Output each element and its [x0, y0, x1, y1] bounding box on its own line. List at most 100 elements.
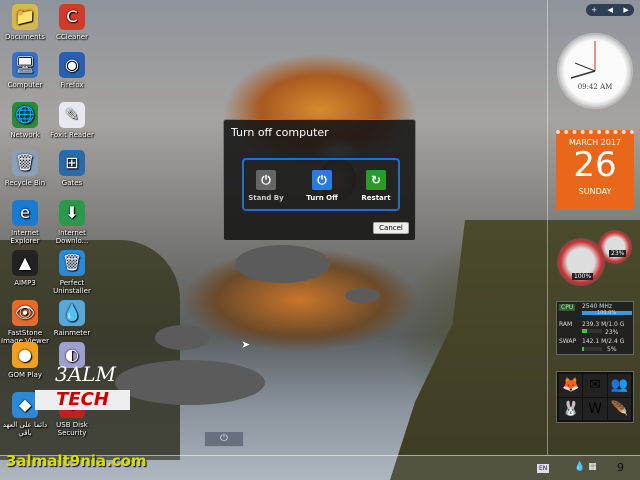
desktop-icon[interactable]: ⊞ Gates — [47, 150, 97, 187]
tray-icon[interactable]: ▦ — [588, 462, 597, 472]
watermark-line1: 3ALM — [55, 362, 116, 386]
cpu-label: CPU — [559, 304, 576, 311]
wallpaper-rock — [115, 360, 265, 405]
desktop-icon-label: Documents — [5, 33, 45, 41]
prev-button[interactable]: ◀ — [608, 6, 613, 14]
desktop-icon[interactable]: ✎ Foxit Reader — [47, 102, 97, 139]
swap-label: SWAP — [559, 338, 577, 345]
desktop-icon-label: Perfect Uninstaller — [53, 279, 91, 295]
ram-bar — [582, 329, 602, 333]
cpu-value: 2540 MHz — [582, 303, 613, 310]
ram-pct: 23% — [605, 329, 619, 336]
mouse-cursor-icon: ➤ — [241, 338, 251, 351]
ram-value: 239.3 M/1.0 G — [582, 321, 625, 328]
system-meter-gadget: CPU 2540 MHz 100.0% RAM 239.3 M/1.0 G 23… — [556, 301, 634, 355]
standby-button[interactable]: ⏻ Stand By — [246, 170, 286, 202]
desktop-icon[interactable]: 🗑 Recycle Bin — [0, 150, 50, 187]
clock-time: 09:42 AM — [577, 83, 613, 91]
desktop-icon-label: Network — [10, 131, 40, 139]
swap-bar — [582, 347, 602, 351]
app-icon: 🖥 — [12, 52, 38, 78]
app-icon: 📁 — [12, 4, 38, 30]
calendar-weekday: SUNDAY — [578, 187, 612, 196]
turn-off-label: Turn Off — [306, 194, 338, 202]
app-icon: 💧 — [59, 300, 85, 326]
launcher-app-icon[interactable]: 👥 — [607, 374, 631, 397]
desktop-icon-label: Internet Downlo... — [55, 229, 89, 245]
watermark-line2: TECH — [35, 390, 130, 410]
calendar-gadget[interactable]: MARCH 2017 26 SUNDAY — [556, 130, 634, 210]
turn-off-button[interactable]: ⏻ Turn Off — [302, 170, 342, 202]
desktop-icon-label: Gates — [61, 179, 83, 187]
desktop-icon[interactable]: 🗑 Perfect Uninstaller — [47, 250, 97, 295]
sidebar-divider — [547, 0, 548, 455]
launcher-app-icon[interactable]: ✉ — [583, 374, 607, 397]
desktop-icon[interactable]: C CCleaner — [47, 4, 97, 41]
app-icon: ◉ — [59, 52, 85, 78]
desktop-icon-label: Firefox — [60, 81, 84, 89]
cancel-button[interactable]: Cancel — [373, 222, 409, 234]
app-icon: 🗑 — [12, 150, 38, 176]
add-gadget-button[interactable]: + — [591, 6, 597, 14]
app-icon: 🗑 — [59, 250, 85, 276]
wallpaper-rock — [235, 245, 330, 283]
desktop-icon[interactable]: e Internet Explorer — [0, 200, 50, 245]
app-icon: ▲ — [12, 250, 38, 276]
watermark-logo: 3ALM TECH — [35, 362, 130, 432]
standby-label: Stand By — [248, 194, 284, 202]
desktop-icon[interactable]: ◉ Firefox — [47, 52, 97, 89]
wallpaper-rock — [345, 288, 380, 303]
app-launcher-gadget: 🦊 ✉ 👥 🐰 W 🪶 — [556, 371, 634, 423]
launcher-app-icon[interactable]: W — [583, 397, 607, 420]
wallpaper-rock — [155, 325, 210, 350]
desktop-icon[interactable]: 📁 Documents — [0, 4, 50, 41]
desktop-icon-label: CCleaner — [56, 33, 88, 41]
desktop-icon[interactable]: 💧 Rainmeter — [47, 300, 97, 337]
launcher-app-icon[interactable]: 🐰 — [559, 397, 583, 420]
taskbar-clock[interactable]: 9 — [617, 461, 624, 474]
calendar-day: 26 — [573, 145, 617, 185]
swap-value: 142.1 M/2.4 G — [582, 338, 625, 345]
launcher-app-icon[interactable]: 🪶 — [607, 397, 631, 420]
clock-gadget[interactable]: 09:42 AM — [557, 33, 633, 109]
desktop-icon[interactable]: ▲ AIMP3 — [0, 250, 50, 287]
desktop-icon-label: Internet Explorer — [10, 229, 40, 245]
swap-pct: 5% — [607, 346, 617, 353]
app-icon: ⬇ — [59, 200, 85, 226]
app-icon: 👁 — [12, 300, 38, 326]
desktop-icon-label: Foxit Reader — [50, 131, 94, 139]
next-button[interactable]: ▶ — [623, 6, 628, 14]
app-icon: e — [12, 200, 38, 226]
app-icon: C — [59, 4, 85, 30]
clock-hands — [570, 41, 596, 79]
desktop-icon[interactable]: 🖥 Computer — [0, 52, 50, 89]
desktop-icon-label: Computer — [7, 81, 43, 89]
memory-gauge-value: 23% — [609, 250, 627, 257]
sidebar-controls: + ◀ ▶ — [586, 4, 634, 16]
system-tray: 💧 ▦ — [574, 462, 597, 472]
desktop-icon[interactable]: 👁 FastStone Image Viewer — [0, 300, 50, 345]
restart-button[interactable]: ↻ Restart — [356, 170, 396, 202]
language-indicator[interactable]: EN — [537, 464, 550, 473]
dialog-title: Turn off computer — [231, 126, 329, 139]
power-icon: ⏻ — [256, 170, 276, 190]
desktop-icon[interactable]: ⬇ Internet Downlo... — [47, 200, 97, 245]
website-watermark: 3almalt9nia.com — [6, 452, 147, 470]
app-icon: ✎ — [59, 102, 85, 128]
desktop-icon-label: AIMP3 — [14, 279, 36, 287]
desktop-icon-label: Rainmeter — [53, 329, 91, 337]
desktop-icon-label: Recycle Bin — [4, 179, 46, 187]
restart-label: Restart — [361, 194, 391, 202]
launcher-app-icon[interactable]: 🦊 — [559, 374, 583, 397]
power-icon: ⏻ — [220, 433, 228, 444]
cpu-pct: 100.0% — [597, 310, 617, 316]
desktop-icon[interactable]: 🌐 Network — [0, 102, 50, 139]
cpu-gauge-value: 100% — [572, 273, 594, 280]
power-button[interactable]: ⏻ — [204, 431, 244, 447]
app-icon: ⊞ — [59, 150, 85, 176]
tray-icon[interactable]: 💧 — [574, 462, 585, 472]
options-group: ⏻ Stand By ⏻ Turn Off ↻ Restart — [242, 158, 400, 211]
restart-icon: ↻ — [366, 170, 386, 190]
power-icon: ⏻ — [312, 170, 332, 190]
ram-label: RAM — [559, 321, 573, 328]
